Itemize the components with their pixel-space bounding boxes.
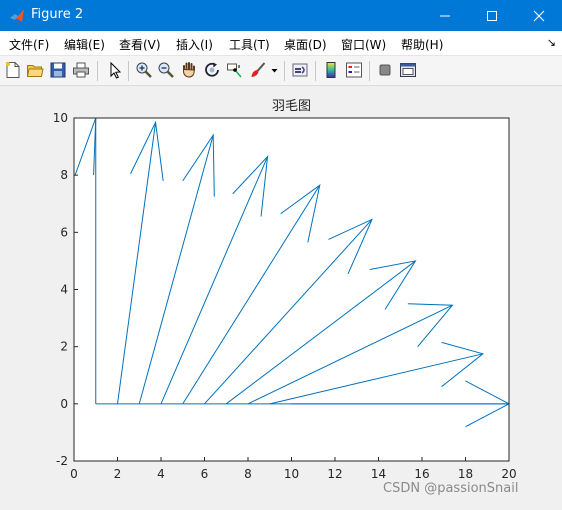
y-tick-label: 2 (60, 340, 68, 354)
x-tick-label: 18 (458, 467, 473, 481)
toolbar-separator (128, 61, 129, 81)
feather-chart[interactable]: 羽毛图 0 2 4 6 8 10 12 14 16 18 20-20246810 (0, 86, 562, 507)
y-tick-label: 8 (60, 168, 68, 182)
print-icon[interactable] (72, 61, 90, 79)
new-figure-icon[interactable] (4, 61, 22, 79)
minimize-button[interactable] (422, 0, 468, 31)
zoom-in-icon[interactable] (135, 61, 153, 79)
x-tick-label: 10 (284, 467, 299, 481)
data-cursor-icon[interactable] (226, 61, 244, 79)
y-tick-label: 6 (60, 225, 68, 239)
save-icon[interactable] (49, 61, 67, 79)
show-plot-tools-icon[interactable] (399, 61, 417, 79)
chart-title: 羽毛图 (272, 99, 311, 114)
minimize-icon (440, 15, 450, 17)
menu-desktop[interactable]: 桌面(D) (284, 36, 327, 53)
toolbar-separator (369, 61, 370, 81)
rotate-3d-icon[interactable] (203, 61, 221, 79)
menu-insert[interactable]: 插入(I) (176, 36, 213, 53)
axes-background (74, 118, 509, 461)
title-bar: Figure 2 (0, 0, 562, 31)
close-icon (533, 10, 545, 22)
open-file-icon[interactable] (26, 61, 44, 79)
menu-window[interactable]: 窗口(W) (341, 36, 386, 53)
brush-icon[interactable] (249, 61, 267, 79)
matlab-logo-icon (10, 9, 24, 22)
y-tick-label: 0 (60, 397, 68, 411)
x-tick-label: 16 (414, 467, 429, 481)
maximize-icon (487, 11, 497, 21)
menu-view[interactable]: 查看(V) (119, 36, 161, 53)
x-tick-label: 14 (371, 467, 386, 481)
menu-bar: 文件(F) 编辑(E) 查看(V) 插入(I) 工具(T) 桌面(D) 窗口(W… (0, 31, 562, 56)
toolbar-separator (97, 61, 98, 81)
x-tick-label: 20 (501, 467, 516, 481)
window-title: Figure 2 (31, 7, 84, 22)
pointer-icon[interactable] (106, 61, 124, 79)
pan-hand-icon[interactable] (180, 61, 198, 79)
y-tick-label: 4 (60, 283, 68, 297)
toolbar-separator (284, 61, 285, 81)
maximize-button[interactable] (469, 0, 515, 31)
watermark-text: CSDN @passionSnail (383, 481, 519, 496)
menu-file[interactable]: 文件(F) (9, 36, 49, 53)
menu-help[interactable]: 帮助(H) (401, 36, 443, 53)
menu-tools[interactable]: 工具(T) (229, 36, 270, 53)
x-tick-label: 6 (201, 467, 209, 481)
menu-dock-arrow[interactable]: ↘ (547, 36, 556, 49)
colorbar-icon[interactable] (322, 61, 340, 79)
link-plot-icon[interactable] (291, 61, 309, 79)
legend-icon[interactable] (345, 61, 363, 79)
close-button[interactable] (516, 0, 562, 31)
x-tick-label: 12 (327, 467, 342, 481)
figure-toolbar (0, 56, 562, 86)
y-tick-label: 10 (53, 111, 68, 125)
y-tick-label: -2 (56, 454, 68, 468)
zoom-out-icon[interactable] (157, 61, 175, 79)
x-tick-label: 0 (70, 467, 78, 481)
brush-dropdown-icon[interactable] (270, 61, 279, 79)
menu-edit[interactable]: 编辑(E) (64, 36, 105, 53)
toolbar-separator (315, 61, 316, 81)
figure-canvas: 羽毛图 0 2 4 6 8 10 12 14 16 18 20 -2 0 2 4 6 8 10 (0, 86, 562, 507)
hide-plot-tools-icon[interactable] (376, 61, 394, 79)
x-tick-label: 8 (244, 467, 252, 481)
x-tick-label: 4 (157, 467, 165, 481)
x-tick-label: 2 (114, 467, 122, 481)
